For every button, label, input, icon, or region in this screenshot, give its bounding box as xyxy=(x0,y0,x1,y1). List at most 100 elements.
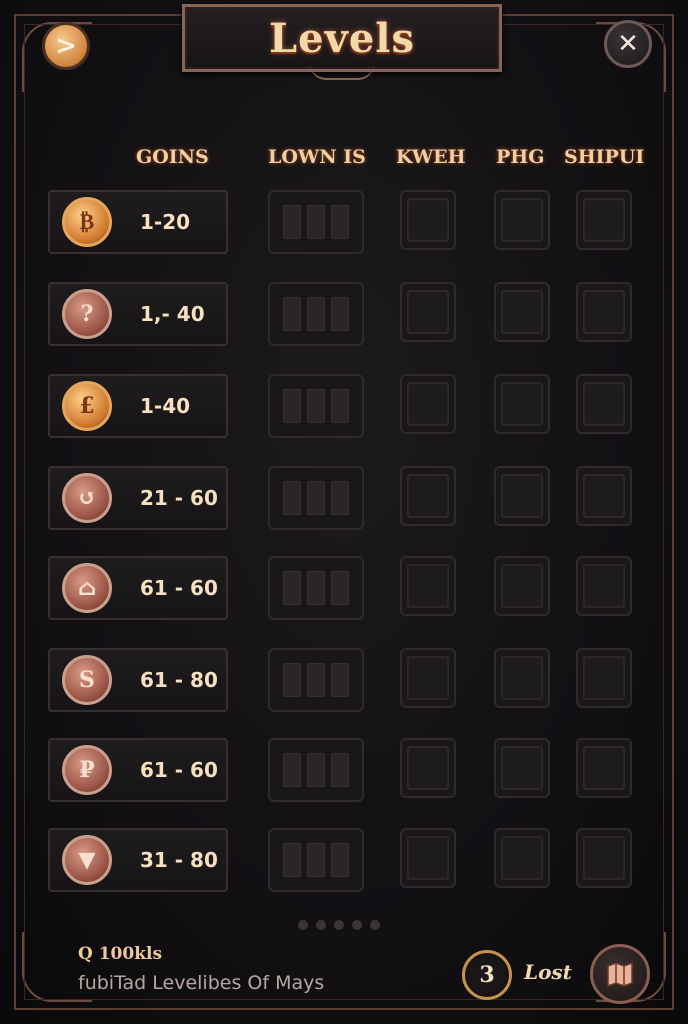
coin-icon: ₿ xyxy=(62,197,112,247)
level-range: 21 - 60 xyxy=(140,486,218,510)
shipui-slot[interactable] xyxy=(576,282,632,342)
slot-segment xyxy=(283,389,301,423)
column-header-goins: GOINS xyxy=(136,146,209,168)
shipui-slot[interactable] xyxy=(576,738,632,798)
coin-cell[interactable]: ▼ 31 - 80 xyxy=(48,828,228,892)
slot-inner xyxy=(407,198,449,242)
shipui-slot[interactable] xyxy=(576,648,632,708)
kweh-slot[interactable] xyxy=(400,556,456,616)
coin-icon: ⌂ xyxy=(62,563,112,613)
slot-inner xyxy=(583,474,625,518)
lown-slot[interactable] xyxy=(268,556,364,620)
coin-cell[interactable]: ? 1,- 40 xyxy=(48,282,228,346)
slot-inner xyxy=(501,746,543,790)
level-range: 31 - 80 xyxy=(140,848,218,872)
coin-icon: ₽ xyxy=(62,745,112,795)
pagination-dots xyxy=(298,920,380,930)
level-row[interactable]: ₽61 - 60 xyxy=(0,738,688,802)
level-row[interactable]: ▼ 31 - 80 xyxy=(0,828,688,892)
close-button[interactable]: ✕ xyxy=(604,20,652,68)
kweh-slot[interactable] xyxy=(400,648,456,708)
slot-inner xyxy=(407,746,449,790)
level-row[interactable]: ⌂ 61 - 60 xyxy=(0,556,688,620)
lost-label: Lost xyxy=(524,960,572,984)
coin-icon: ↺ xyxy=(62,473,112,523)
lown-slot[interactable] xyxy=(268,466,364,530)
page-dot[interactable] xyxy=(352,920,362,930)
kweh-slot[interactable] xyxy=(400,828,456,888)
level-row[interactable]: £1-40 xyxy=(0,374,688,438)
lown-slot[interactable] xyxy=(268,282,364,346)
phg-slot[interactable] xyxy=(494,738,550,798)
coin-cell[interactable]: ₽61 - 60 xyxy=(48,738,228,802)
lown-slot[interactable] xyxy=(268,374,364,438)
slot-inner xyxy=(501,382,543,426)
kweh-slot[interactable] xyxy=(400,282,456,342)
slot-segment xyxy=(331,389,349,423)
title-plate: Levels xyxy=(182,4,502,72)
page-dot[interactable] xyxy=(334,920,344,930)
shipui-slot[interactable] xyxy=(576,828,632,888)
phg-slot[interactable] xyxy=(494,282,550,342)
level-row[interactable]: ₿ 1-20 xyxy=(0,190,688,254)
kweh-slot[interactable] xyxy=(400,374,456,434)
level-row[interactable]: ? 1,- 40 xyxy=(0,282,688,346)
slot-inner xyxy=(407,656,449,700)
slot-inner xyxy=(583,290,625,334)
kweh-slot[interactable] xyxy=(400,466,456,526)
coin-cell[interactable]: ⌂ 61 - 60 xyxy=(48,556,228,620)
level-row[interactable]: ↺ 21 - 60 xyxy=(0,466,688,530)
lown-slot[interactable] xyxy=(268,648,364,712)
slot-segment xyxy=(307,753,325,787)
phg-slot[interactable] xyxy=(494,374,550,434)
phg-slot[interactable] xyxy=(494,828,550,888)
lost-count-badge: 3 xyxy=(462,950,512,1000)
lown-slot[interactable] xyxy=(268,738,364,802)
column-header-lown-is: LOWN IS xyxy=(268,146,366,168)
slot-inner xyxy=(501,198,543,242)
slot-inner xyxy=(407,290,449,334)
phg-slot[interactable] xyxy=(494,466,550,526)
coin-cell[interactable]: ↺ 21 - 60 xyxy=(48,466,228,530)
shipui-slot[interactable] xyxy=(576,466,632,526)
shipui-slot[interactable] xyxy=(576,190,632,250)
phg-slot[interactable] xyxy=(494,556,550,616)
map-icon xyxy=(607,961,633,988)
page-dot[interactable] xyxy=(370,920,380,930)
kweh-slot[interactable] xyxy=(400,738,456,798)
page-dot[interactable] xyxy=(316,920,326,930)
level-range: 1-40 xyxy=(140,394,191,418)
shipui-slot[interactable] xyxy=(576,374,632,434)
kweh-slot[interactable] xyxy=(400,190,456,250)
level-row[interactable]: S 61 - 80 xyxy=(0,648,688,712)
slot-inner xyxy=(583,382,625,426)
coin-cell[interactable]: £1-40 xyxy=(48,374,228,438)
slot-segment xyxy=(331,663,349,697)
phg-slot[interactable] xyxy=(494,648,550,708)
coin-icon: ▼ xyxy=(62,835,112,885)
slot-inner xyxy=(501,656,543,700)
coin-icon: £ xyxy=(62,381,112,431)
page-dot[interactable] xyxy=(298,920,308,930)
column-header-kweh: KWEH xyxy=(396,146,466,168)
coin-icon: S xyxy=(62,655,112,705)
level-range: 61 - 60 xyxy=(140,758,218,782)
page-title: Levels xyxy=(269,14,415,62)
coin-cell[interactable]: S 61 - 80 xyxy=(48,648,228,712)
shipui-slot[interactable] xyxy=(576,556,632,616)
coin-cell[interactable]: ₿ 1-20 xyxy=(48,190,228,254)
phg-slot[interactable] xyxy=(494,190,550,250)
lown-slot[interactable] xyxy=(268,190,364,254)
slot-inner xyxy=(583,836,625,880)
next-button[interactable]: > xyxy=(42,22,90,70)
slot-inner xyxy=(407,474,449,518)
slot-segment xyxy=(283,571,301,605)
lown-slot[interactable] xyxy=(268,828,364,892)
level-range: 1-20 xyxy=(140,210,191,234)
level-range: 61 - 80 xyxy=(140,668,218,692)
slot-inner xyxy=(407,836,449,880)
footer-subtitle: fubiTad Levelibes Of Mays xyxy=(78,972,325,994)
slot-segment xyxy=(283,205,301,239)
map-button[interactable] xyxy=(590,944,650,1004)
slot-segment xyxy=(331,481,349,515)
